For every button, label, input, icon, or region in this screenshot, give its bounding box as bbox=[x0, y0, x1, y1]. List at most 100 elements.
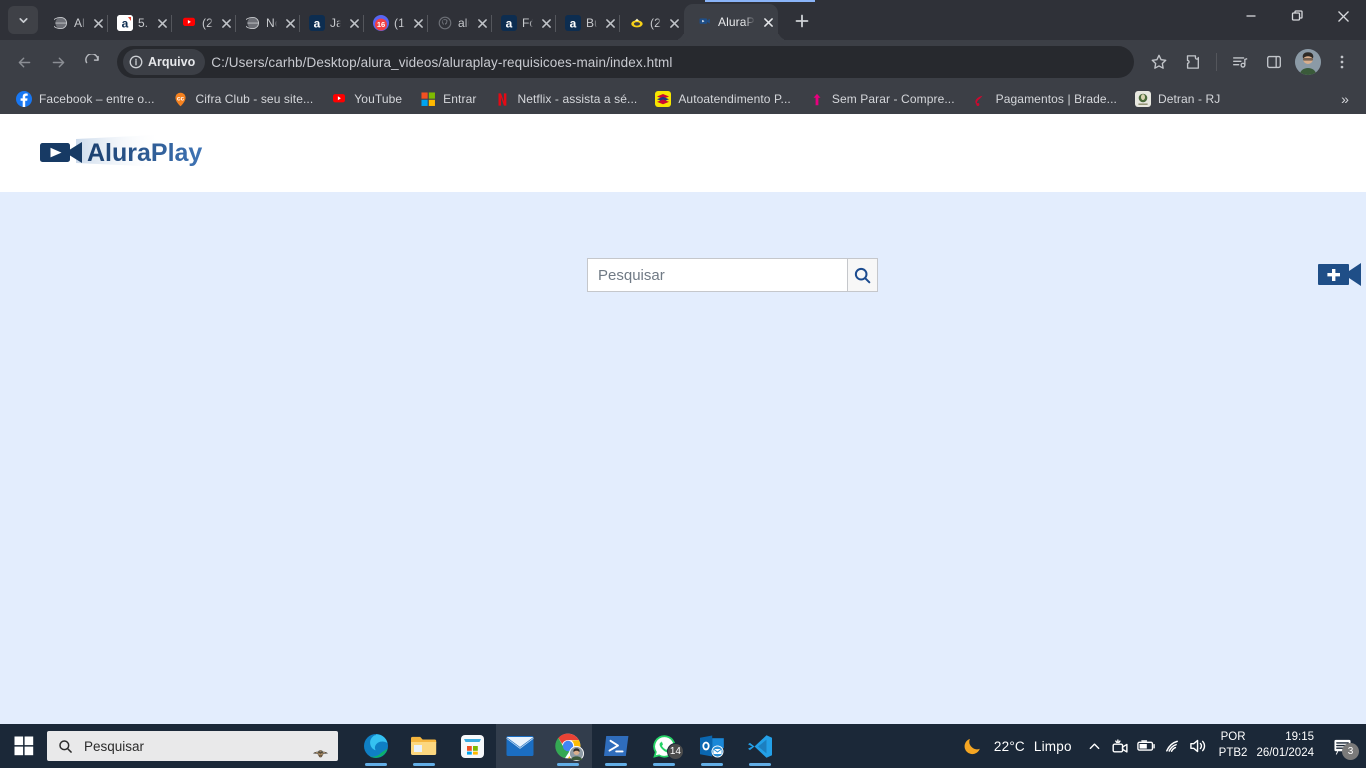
notification-center-button[interactable]: 3 bbox=[1322, 724, 1362, 768]
tab-close-button[interactable] bbox=[602, 15, 618, 31]
taskbar-app-microsoft-edge[interactable] bbox=[352, 724, 400, 768]
netflix-icon bbox=[494, 91, 510, 107]
tab-3[interactable]: Nova bbox=[235, 6, 300, 40]
whatsapp-badge: 14 bbox=[666, 743, 684, 760]
taskbar-app-microsoft-store[interactable] bbox=[448, 724, 496, 768]
clock-widget[interactable]: 19:15 26/01/2024 bbox=[1254, 730, 1322, 761]
taskbar-app-powershell[interactable] bbox=[592, 724, 640, 768]
tab-close-button[interactable] bbox=[218, 15, 234, 31]
forward-button[interactable] bbox=[42, 46, 74, 78]
tab-5[interactable]: 16 (16) D bbox=[363, 6, 428, 40]
tab-close-button[interactable] bbox=[410, 15, 426, 31]
add-video-button[interactable] bbox=[1318, 262, 1366, 288]
search-input[interactable] bbox=[587, 258, 847, 292]
volume-icon bbox=[1190, 739, 1206, 753]
bradesco-pag-icon bbox=[973, 91, 989, 107]
tab-close-button[interactable] bbox=[90, 15, 106, 31]
windows-start-icon bbox=[14, 736, 33, 756]
cifraclub-icon: cc bbox=[173, 91, 189, 107]
taskbar-app-mail[interactable] bbox=[496, 724, 544, 768]
tab-close-button[interactable] bbox=[760, 14, 776, 30]
side-panel-button[interactable] bbox=[1258, 46, 1290, 78]
bookmark-autoatendimento[interactable]: Autoatendimento P... bbox=[647, 88, 799, 110]
video-camera-play-icon: AluraPlay bbox=[40, 135, 202, 167]
tab-4[interactable]: a JavaSc bbox=[299, 6, 364, 40]
taskbar-search-placeholder: Pesquisar bbox=[84, 738, 145, 754]
tab-close-button[interactable] bbox=[154, 15, 170, 31]
tab-close-button[interactable] bbox=[666, 15, 682, 31]
tab-1[interactable]: a 5. Usa bbox=[107, 6, 172, 40]
bookmark-youtube[interactable]: YouTube bbox=[323, 88, 410, 110]
tab-7[interactable]: a Fórum bbox=[491, 6, 556, 40]
tab-close-button[interactable] bbox=[346, 15, 362, 31]
star-icon bbox=[1151, 54, 1167, 69]
tab-title: Fórum bbox=[522, 16, 533, 30]
taskbar-app-whatsapp[interactable]: 14 bbox=[640, 724, 688, 768]
tray-expand-button[interactable] bbox=[1082, 724, 1108, 768]
bookmark-pagamentos-bradesco[interactable]: Pagamentos | Brade... bbox=[965, 88, 1125, 110]
profile-avatar[interactable] bbox=[1295, 49, 1321, 75]
bookmark-entrar[interactable]: Entrar bbox=[412, 88, 484, 110]
tab-loading-indicator bbox=[705, 0, 815, 2]
aluraplay-logo[interactable]: AluraPlay bbox=[38, 133, 228, 173]
taskbar-app-google-chrome[interactable] bbox=[544, 724, 592, 768]
file-scheme-chip[interactable]: Arquivo bbox=[123, 49, 206, 75]
wifi-icon bbox=[1165, 740, 1178, 752]
extensions-button[interactable] bbox=[1177, 46, 1209, 78]
tab-close-button[interactable] bbox=[474, 15, 490, 31]
tab-10-active[interactable]: AluraP bbox=[684, 4, 778, 40]
new-tab-button[interactable] bbox=[788, 7, 816, 35]
info-circle-icon bbox=[129, 55, 143, 69]
tab-search-button[interactable] bbox=[8, 6, 38, 34]
taskbar-app-outlook[interactable] bbox=[688, 724, 736, 768]
bookmark-button[interactable] bbox=[1143, 46, 1175, 78]
search-button[interactable] bbox=[847, 258, 878, 292]
bookmark-facebook[interactable]: Facebook – entre o... bbox=[8, 88, 163, 110]
bookmark-label: Entrar bbox=[443, 92, 477, 106]
close-icon bbox=[93, 18, 103, 28]
tab-2[interactable]: (2075) bbox=[171, 6, 236, 40]
back-button[interactable] bbox=[8, 46, 40, 78]
tab-close-button[interactable] bbox=[282, 15, 298, 31]
bookmark-netflix[interactable]: Netflix - assista a sé... bbox=[486, 88, 645, 110]
taskbar-app-visual-studio-code[interactable] bbox=[736, 724, 784, 768]
taskbar-app-file-explorer[interactable] bbox=[400, 724, 448, 768]
maximize-button[interactable] bbox=[1274, 0, 1320, 32]
tray-wifi[interactable] bbox=[1160, 724, 1186, 768]
alura-icon: a bbox=[117, 15, 133, 31]
tray-battery[interactable] bbox=[1134, 724, 1160, 768]
start-button[interactable] bbox=[0, 724, 47, 768]
bookmarks-overflow-button[interactable]: » bbox=[1332, 87, 1358, 111]
add-video-camera-icon bbox=[1318, 263, 1361, 286]
media-control-button[interactable] bbox=[1224, 46, 1256, 78]
owl-image bbox=[313, 750, 328, 758]
chrome-profile-avatar bbox=[569, 746, 584, 761]
tab-6[interactable]: alurapl bbox=[427, 6, 492, 40]
address-bar[interactable]: Arquivo C:/Users/carhb/Desktop/alura_vid… bbox=[117, 46, 1134, 78]
language-indicator[interactable]: POR PTB2 bbox=[1212, 730, 1255, 761]
tab-8[interactable]: a Bug: V bbox=[555, 6, 620, 40]
reload-button[interactable] bbox=[76, 46, 108, 78]
bookmark-cifra-club[interactable]: cc Cifra Club - seu site... bbox=[165, 88, 322, 110]
bookmark-label: Autoatendimento P... bbox=[678, 92, 791, 106]
bookmark-label: Detran - RJ bbox=[1157, 92, 1221, 106]
mail-icon bbox=[506, 736, 534, 756]
minimize-button[interactable] bbox=[1228, 0, 1274, 32]
three-dot-menu-icon bbox=[1340, 55, 1344, 69]
tray-volume[interactable] bbox=[1186, 724, 1212, 768]
bookmark-label: YouTube bbox=[354, 92, 403, 106]
ring-icon bbox=[629, 15, 645, 31]
bookmark-sem-parar[interactable]: Sem Parar - Compre... bbox=[801, 88, 963, 110]
tab-0[interactable]: AluraP bbox=[44, 6, 108, 40]
bookmark-detran-rj[interactable]: Detran - RJ bbox=[1127, 88, 1228, 110]
tray-meet-camera[interactable] bbox=[1108, 724, 1134, 768]
tab-close-button[interactable] bbox=[538, 15, 554, 31]
taskbar-search-box[interactable]: Pesquisar bbox=[47, 731, 338, 761]
weather-temperature: 22°C bbox=[993, 738, 1025, 754]
close-window-button[interactable] bbox=[1320, 0, 1366, 32]
alura-icon: a bbox=[501, 15, 517, 31]
close-icon bbox=[285, 18, 295, 28]
chrome-menu-button[interactable] bbox=[1326, 46, 1358, 78]
avatar-image bbox=[1295, 49, 1321, 75]
weather-widget[interactable]: 22°C Limpo bbox=[957, 735, 1082, 757]
